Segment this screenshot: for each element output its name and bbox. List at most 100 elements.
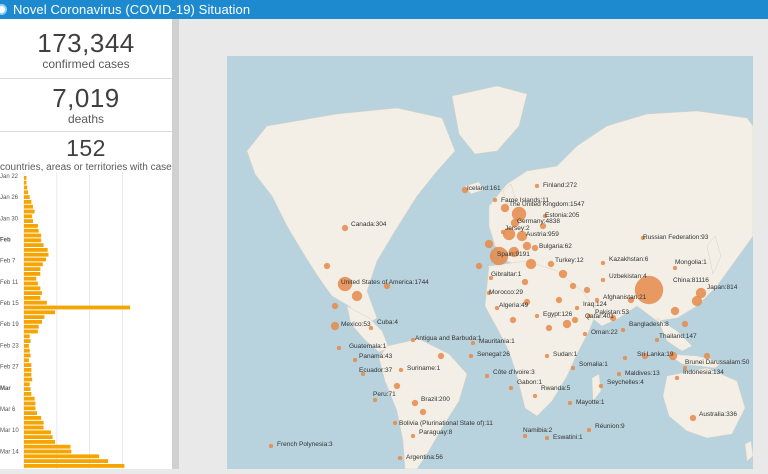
case-bubble[interactable] [569, 282, 577, 290]
case-bubble[interactable] [672, 265, 678, 271]
case-bubble[interactable] [586, 427, 592, 433]
daily-cases-bar[interactable] [24, 219, 33, 223]
daily-cases-bar[interactable] [24, 248, 48, 252]
case-bubble[interactable] [492, 197, 498, 203]
case-bubble[interactable] [695, 287, 707, 299]
case-bubble[interactable] [351, 290, 363, 302]
daily-cases-bar[interactable] [24, 348, 30, 353]
case-bubble[interactable] [484, 373, 490, 379]
case-bubble[interactable] [522, 433, 528, 439]
case-bubble[interactable] [372, 397, 378, 403]
case-bubble[interactable] [398, 367, 404, 373]
case-bubble[interactable] [397, 455, 403, 461]
daily-cases-bar[interactable] [24, 324, 39, 329]
case-bubble[interactable] [689, 414, 697, 422]
daily-cases-bar[interactable] [24, 281, 38, 286]
daily-cases-bar[interactable] [24, 286, 41, 291]
daily-cases-bar[interactable] [24, 310, 56, 315]
case-bubble[interactable] [500, 203, 510, 213]
case-bubble[interactable] [547, 260, 555, 268]
case-bubble[interactable] [509, 316, 517, 324]
daily-cases-bar[interactable] [24, 372, 32, 377]
daily-cases-bar[interactable] [24, 300, 47, 305]
case-bubble[interactable] [570, 365, 576, 371]
daily-cases-bar[interactable] [24, 377, 33, 382]
daily-cases-bar[interactable] [24, 459, 109, 463]
case-bubble[interactable] [419, 408, 427, 416]
daily-cases-bar[interactable] [24, 228, 39, 233]
case-bubble[interactable] [468, 353, 474, 359]
case-bubble[interactable] [674, 375, 680, 381]
daily-cases-bar[interactable] [24, 209, 35, 214]
daily-cases-bar[interactable] [24, 449, 72, 454]
daily-cases-bar[interactable] [24, 257, 47, 262]
case-bubble[interactable] [525, 258, 537, 270]
daily-cases-bar[interactable] [24, 396, 35, 401]
case-bubble[interactable] [268, 443, 274, 449]
daily-cases-bar[interactable] [24, 464, 125, 468]
case-bubble[interactable] [583, 286, 591, 294]
daily-cases-bar[interactable] [24, 315, 45, 319]
case-bubble[interactable] [508, 385, 514, 391]
panel-divider[interactable] [172, 19, 179, 469]
daily-cases-bar[interactable] [24, 444, 71, 449]
daily-cases-bar[interactable] [24, 382, 30, 387]
daily-cases-bar[interactable] [24, 214, 33, 219]
case-bubble[interactable] [331, 302, 339, 310]
daily-cases-bar[interactable] [24, 296, 41, 300]
case-bubble[interactable] [558, 269, 568, 279]
case-bubble[interactable] [534, 313, 540, 319]
daily-cases-bar[interactable] [24, 435, 53, 439]
daily-cases-bar[interactable] [24, 252, 49, 257]
case-bubble[interactable] [620, 327, 626, 333]
daily-cases-bar[interactable] [24, 454, 100, 459]
daily-cases-bar[interactable] [24, 185, 28, 190]
case-bubble[interactable] [544, 435, 550, 441]
case-bubble[interactable] [555, 296, 563, 304]
daily-cases-bar[interactable] [24, 339, 31, 343]
case-bubble[interactable] [571, 316, 579, 324]
daily-cases-bar[interactable] [24, 320, 42, 324]
daily-cases-bar[interactable] [24, 238, 42, 243]
case-bubble[interactable] [681, 320, 689, 328]
daily-cases-bar[interactable] [24, 305, 131, 310]
daily-cases-bar[interactable] [24, 272, 41, 276]
case-bubble[interactable] [411, 399, 419, 407]
daily-cases-bar[interactable] [24, 243, 44, 247]
daily-cases-bar[interactable] [24, 406, 36, 411]
case-bubble[interactable] [534, 183, 540, 189]
daily-cases-bar[interactable] [24, 200, 32, 204]
case-bubble[interactable] [544, 353, 550, 359]
case-bubble[interactable] [323, 262, 331, 270]
case-bubble[interactable] [341, 224, 349, 232]
world-map[interactable]: Iceland:161 Finland:272 Faroe Islands:11 Es… [227, 56, 753, 469]
case-bubble[interactable] [336, 345, 342, 351]
daily-cases-bar[interactable] [24, 387, 31, 391]
daily-cases-bar[interactable] [24, 416, 42, 420]
world-map-svg[interactable]: Iceland:161 Finland:272Faroe Islands:11Es… [227, 56, 753, 469]
daily-cases-bar[interactable] [24, 233, 42, 238]
daily-cases-bar[interactable] [24, 392, 32, 396]
daily-cases-bar[interactable] [24, 195, 30, 199]
case-bubble[interactable] [567, 400, 573, 406]
case-bubble[interactable] [410, 433, 416, 439]
daily-cases-bar[interactable] [24, 276, 37, 281]
daily-cases-bar[interactable] [24, 267, 41, 271]
case-bubble[interactable] [352, 357, 358, 363]
daily-cases-bar[interactable] [24, 368, 32, 372]
case-bubble[interactable] [522, 241, 532, 251]
case-bubble[interactable] [598, 383, 604, 389]
daily-cases-bar[interactable] [24, 425, 44, 430]
daily-cases-bar[interactable] [24, 224, 38, 228]
epi-curve-chart[interactable]: Jan 22 Jan 26 Jan 30 Feb Feb 7 Feb 11 Feb 15 Fe… [0, 172, 172, 469]
case-bubble[interactable] [521, 278, 529, 286]
case-bubble[interactable] [392, 420, 398, 426]
daily-cases-bar[interactable] [24, 262, 43, 267]
case-bubble[interactable] [531, 244, 539, 252]
daily-cases-bar[interactable] [24, 440, 56, 444]
daily-cases-bar[interactable] [24, 291, 42, 295]
daily-cases-bar[interactable] [24, 353, 31, 358]
daily-cases-bar[interactable] [24, 420, 44, 425]
case-bubble[interactable] [475, 262, 483, 270]
daily-cases-bar[interactable] [24, 176, 27, 180]
